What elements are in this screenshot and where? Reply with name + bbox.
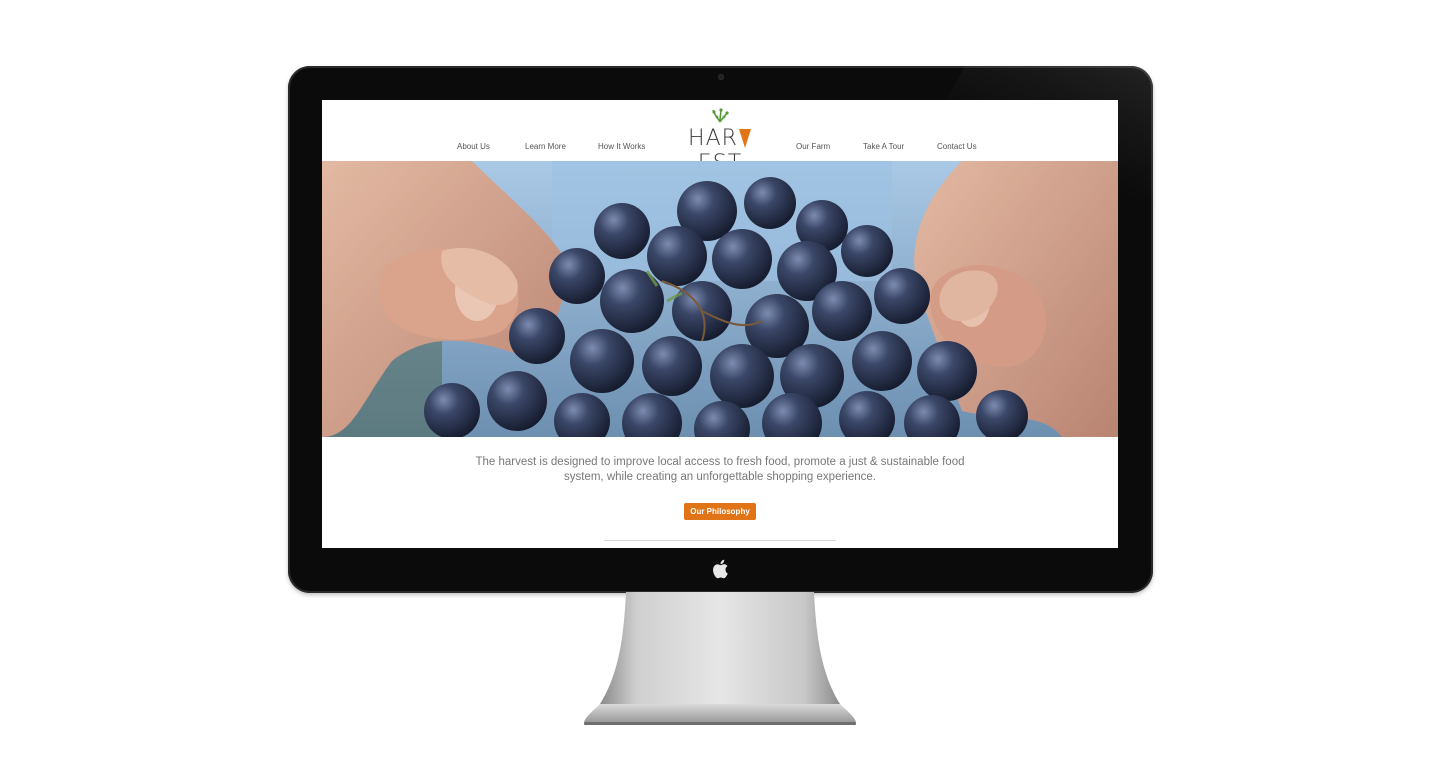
- our-philosophy-button[interactable]: Our Philosophy: [684, 503, 756, 520]
- section-divider: [604, 540, 836, 541]
- website-screen: About Us Learn More How It Works HARES: [322, 100, 1118, 548]
- carrot-icon: [738, 128, 752, 148]
- harvest-logo[interactable]: HAREST: [680, 108, 760, 176]
- nav-about-us[interactable]: About Us: [457, 142, 490, 151]
- camera-icon: [718, 74, 724, 80]
- hero-image-grapes: [322, 161, 1118, 437]
- monitor-stand: [584, 592, 856, 725]
- nav-how-it-works[interactable]: How It Works: [598, 142, 645, 151]
- monitor-bezel: About Us Learn More How It Works HARES: [288, 66, 1153, 593]
- site-header: About Us Learn More How It Works HARES: [322, 100, 1118, 176]
- tagline-text: The harvest is designed to improve local…: [475, 456, 965, 483]
- nav-take-a-tour[interactable]: Take A Tour: [863, 142, 904, 151]
- apple-logo-icon: [713, 559, 728, 579]
- nav-our-farm[interactable]: Our Farm: [796, 142, 830, 151]
- hands-grapes-illustration: [322, 161, 1118, 437]
- nav-contact-us[interactable]: Contact Us: [937, 142, 977, 151]
- mockup-stage: About Us Learn More How It Works HARES: [0, 0, 1440, 768]
- nav-learn-more[interactable]: Learn More: [525, 142, 566, 151]
